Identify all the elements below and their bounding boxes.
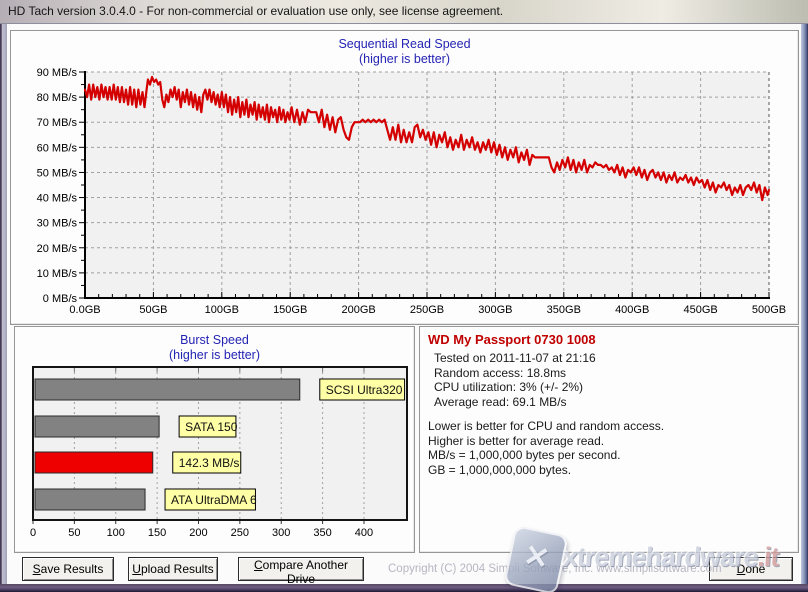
note-line: MB/s = 1,000,000 bytes per second. <box>428 448 664 463</box>
svg-text:50: 50 <box>68 527 80 539</box>
drive-stat-line: Tested on 2011-11-07 at 21:16 <box>434 351 596 366</box>
svg-text:350GB: 350GB <box>547 304 581 316</box>
svg-text:50GB: 50GB <box>139 304 167 316</box>
burst-speed-panel: Burst Speed (higher is better) 050100150… <box>14 326 415 553</box>
hd-tach-window: HD Tach version 3.0.4.0 - For non-commer… <box>0 0 808 592</box>
svg-text:100GB: 100GB <box>205 304 239 316</box>
burst-speed-chart: 0 50 100 150 200 250 300 350 400 SCSI Ultra320 SAT… <box>15 327 412 550</box>
burst-bar <box>35 416 159 437</box>
svg-text:90 MB/s: 90 MB/s <box>37 67 78 79</box>
sequential-read-chart: 0 MB/s10 MB/s20 MB/s30 MB/s40 MB/s50 MB/… <box>11 31 796 322</box>
burst-bar <box>35 379 300 400</box>
svg-text:150: 150 <box>148 527 166 539</box>
note-line: Higher is better for average read. <box>428 434 664 449</box>
burst-bar-label: ATA UltraDMA 6 <box>171 493 257 507</box>
svg-text:250: 250 <box>231 527 249 539</box>
drive-stats: Tested on 2011-11-07 at 21:16Random acce… <box>434 351 596 409</box>
svg-text:400GB: 400GB <box>615 304 649 316</box>
info-notes: Lower is better for CPU and random acces… <box>428 419 664 477</box>
burst-bar <box>35 489 145 510</box>
svg-text:10 MB/s: 10 MB/s <box>37 268 78 280</box>
svg-text:200GB: 200GB <box>341 304 375 316</box>
svg-text:100: 100 <box>107 527 125 539</box>
window-border-bottom <box>0 584 808 592</box>
svg-text:450GB: 450GB <box>683 304 717 316</box>
compare-another-drive-button[interactable]: Compare Another Drive <box>238 557 364 581</box>
window-title: HD Tach version 3.0.4.0 - For non-commer… <box>0 0 808 23</box>
drive-stat-line: Average read: 69.1 MB/s <box>434 395 596 410</box>
svg-text:60 MB/s: 60 MB/s <box>37 142 78 154</box>
svg-text:20 MB/s: 20 MB/s <box>37 243 78 255</box>
window-border-left <box>0 24 7 584</box>
sequential-read-panel: Sequential Read Speed (higher is better)… <box>10 30 799 325</box>
svg-text:400: 400 <box>355 527 373 539</box>
window-border-right <box>801 24 808 584</box>
svg-text:0.0GB: 0.0GB <box>69 304 100 316</box>
svg-text:300: 300 <box>272 527 290 539</box>
note-line: GB = 1,000,000,000 bytes. <box>428 463 664 478</box>
svg-text:70 MB/s: 70 MB/s <box>37 117 78 129</box>
drive-info-panel: WD My Passport 0730 1008 Tested on 2011-… <box>419 326 799 553</box>
svg-text:80 MB/s: 80 MB/s <box>37 92 78 104</box>
burst-bar-label: 142.3 MB/s <box>179 456 240 470</box>
drive-stat-line: Random access: 18.8ms <box>434 366 596 381</box>
svg-text:250GB: 250GB <box>410 304 444 316</box>
svg-text:0: 0 <box>30 527 36 539</box>
copyright-text: Copyright (C) 2004 Simpli Software, Inc.… <box>388 563 722 575</box>
drive-name: WD My Passport 0730 1008 <box>428 332 596 347</box>
upload-results-button[interactable]: Upload Results <box>128 557 218 581</box>
svg-text:150GB: 150GB <box>273 304 307 316</box>
svg-text:50 MB/s: 50 MB/s <box>37 167 78 179</box>
svg-text:350: 350 <box>313 527 331 539</box>
svg-text:500GB: 500GB <box>752 304 786 316</box>
save-results-button[interactable]: Save Results <box>22 557 114 581</box>
burst-bar <box>35 452 153 473</box>
drive-stat-line: CPU utilization: 3% (+/- 2%) <box>434 380 596 395</box>
title-bar[interactable]: HD Tach version 3.0.4.0 - For non-commer… <box>0 0 808 24</box>
burst-bar-label: SCSI Ultra320 <box>326 383 403 397</box>
burst-bar-label: SATA 150 <box>185 420 238 434</box>
svg-text:300GB: 300GB <box>478 304 512 316</box>
note-line: Lower is better for CPU and random acces… <box>428 419 664 434</box>
svg-text:40 MB/s: 40 MB/s <box>37 193 78 205</box>
svg-text:200: 200 <box>189 527 207 539</box>
client-area: Sequential Read Speed (higher is better)… <box>7 24 801 584</box>
svg-text:30 MB/s: 30 MB/s <box>37 218 78 230</box>
